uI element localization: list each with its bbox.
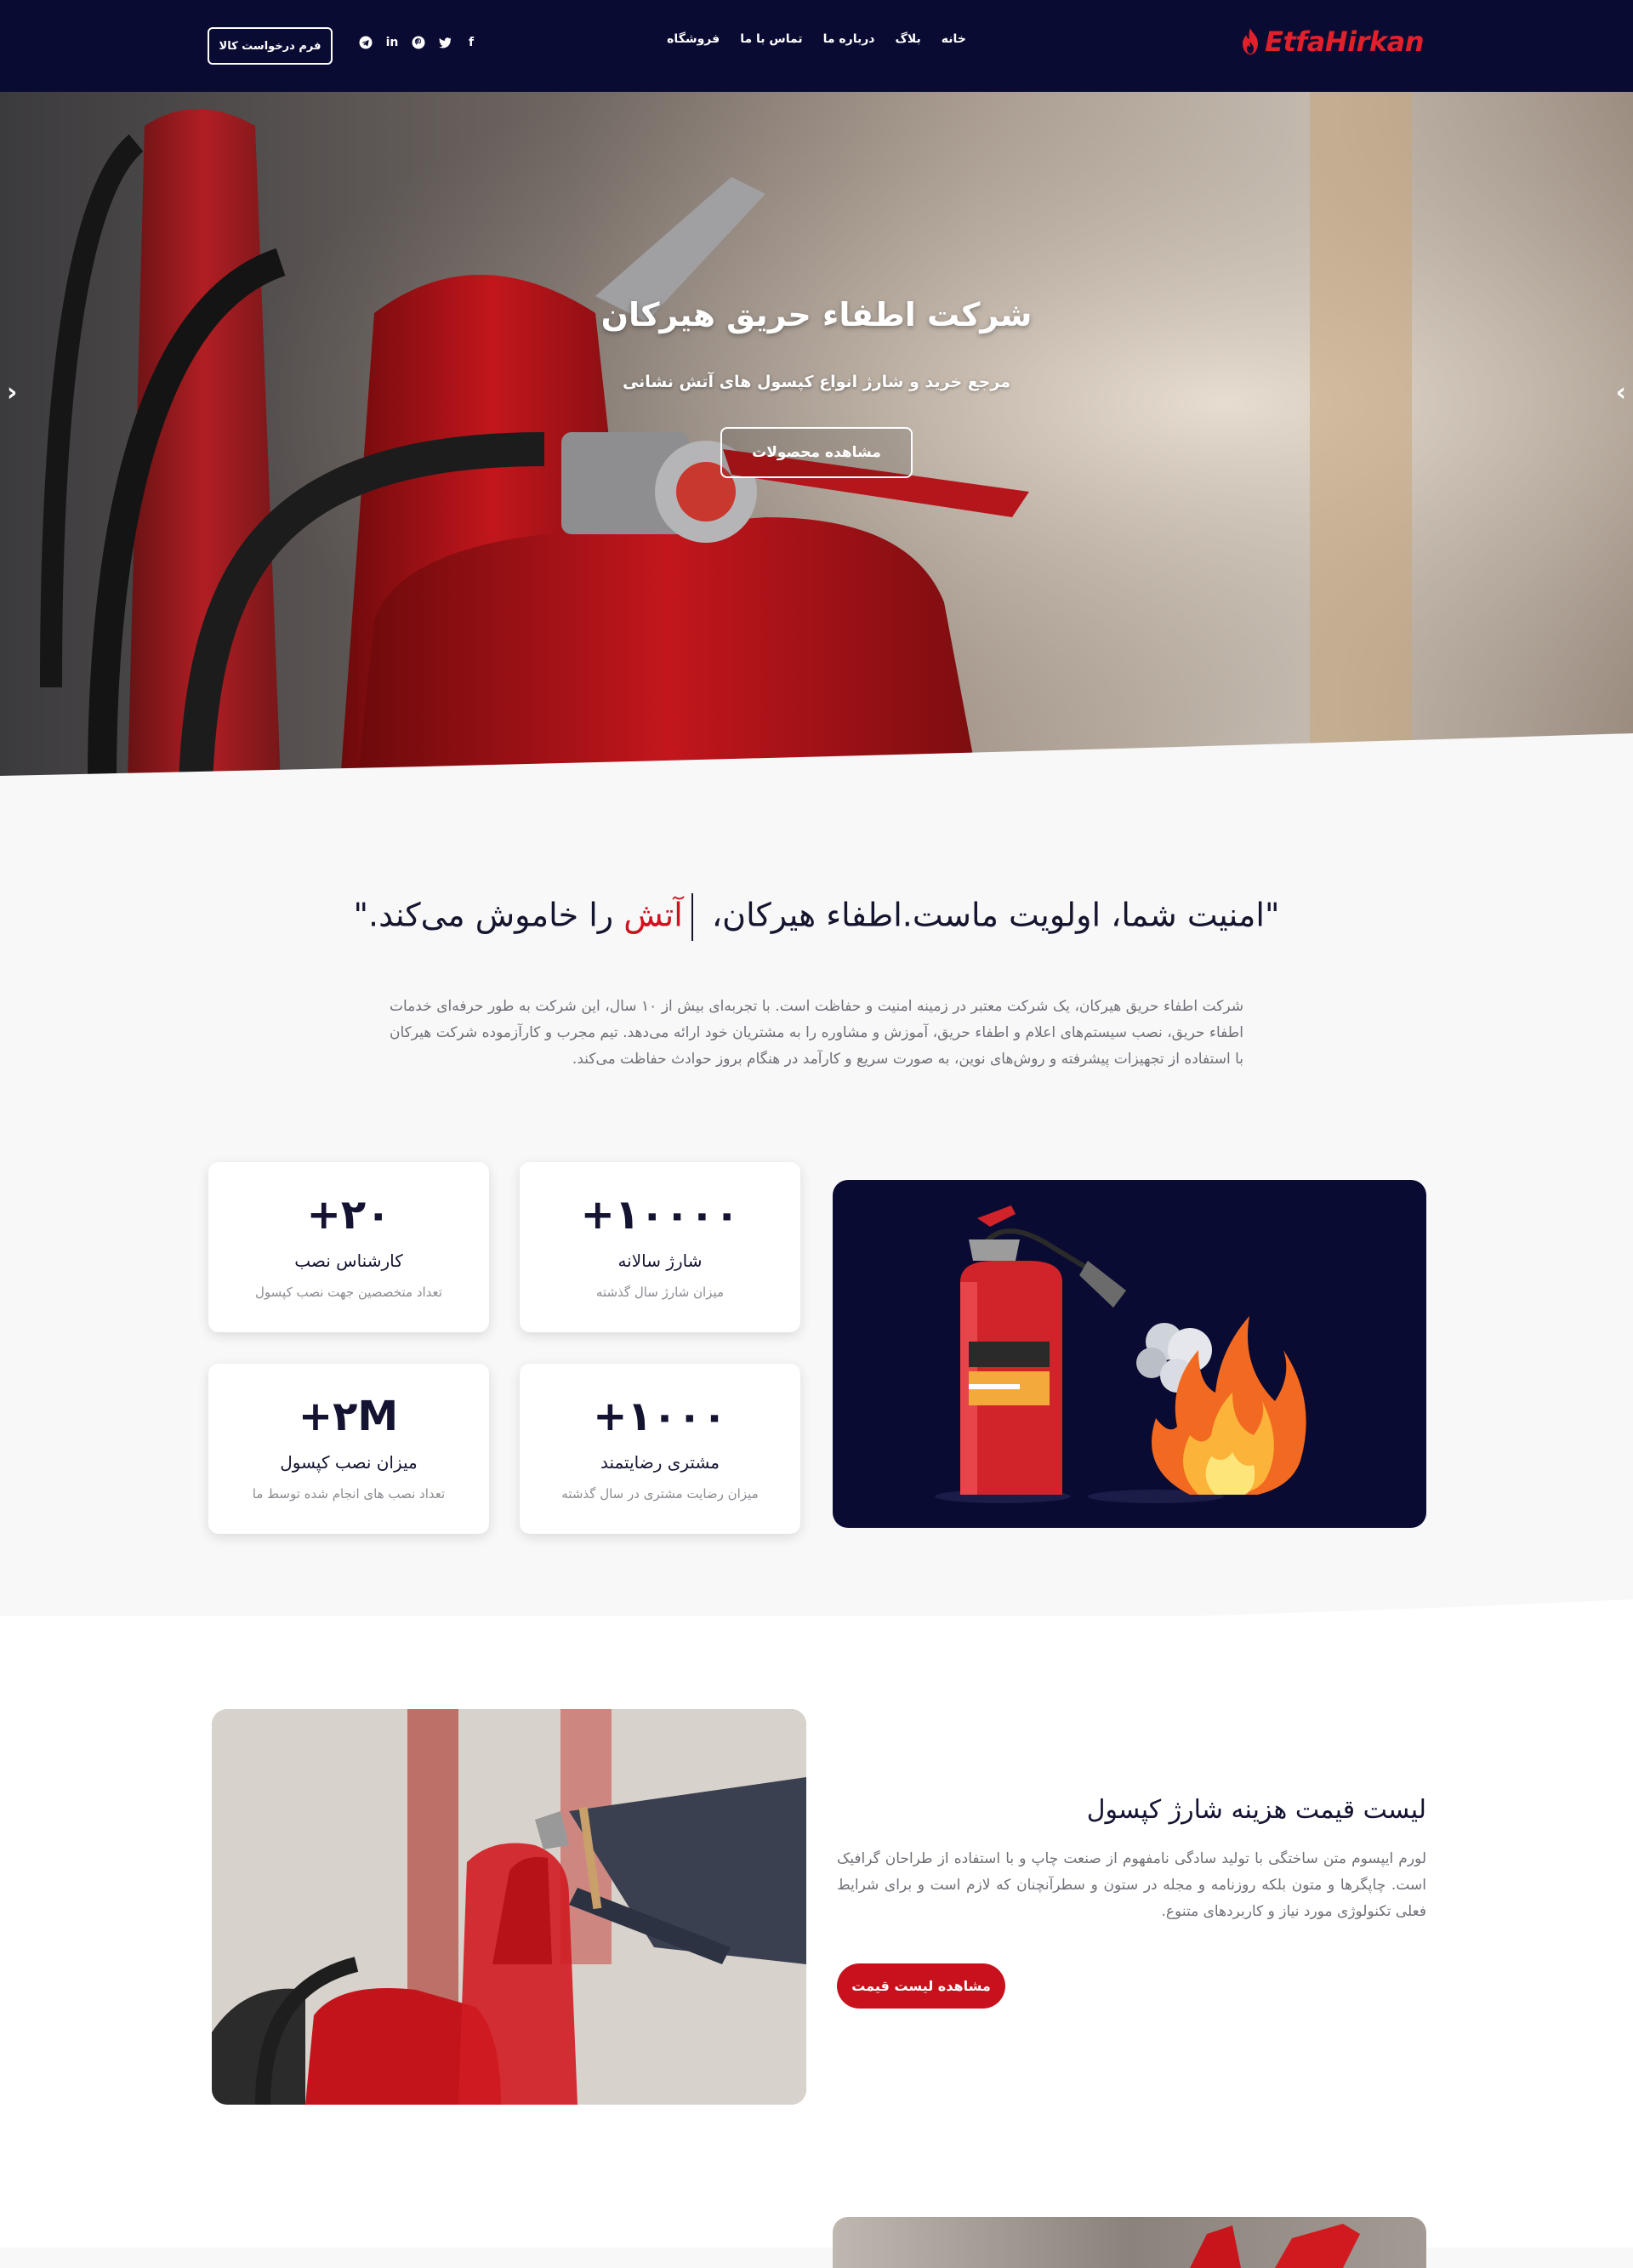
nav-item-about[interactable]: درباره ما xyxy=(823,32,875,46)
stat-card: +۱۰۰۰۰ شارژ سالانه میزان شارژ سال گذشته xyxy=(520,1162,800,1332)
stat-description: تعداد نصب های انجام شده توسط ما xyxy=(252,1486,446,1502)
quote-accent-word: آتش xyxy=(623,896,683,934)
site-header: فرم درخواست کالا in f خانه بلاگ درباره م… xyxy=(0,0,1633,92)
stat-description: میزان رضایت مشتری در سال گذشته xyxy=(561,1486,759,1502)
inspection-photo xyxy=(212,1709,806,2105)
flame-icon xyxy=(1243,28,1259,54)
hero-bottom-curve xyxy=(0,733,1633,784)
stat-description: میزان شارژ سال گذشته xyxy=(595,1285,725,1300)
view-products-button[interactable]: مشاهده محصولات xyxy=(720,427,913,478)
nav-item-blog[interactable]: بلاگ xyxy=(895,32,920,46)
price-list-text: لورم ایپسوم متن ساختگی با تولید سادگی نا… xyxy=(837,1850,1426,1920)
stat-card: +۲۰ کارشناس نصب تعداد متخصصین جهت نصب کپ… xyxy=(208,1162,489,1332)
hero-title: شرکت اطفاء حریق هیرکان xyxy=(600,296,1033,333)
slider-next-arrow-icon[interactable]: › xyxy=(1616,378,1626,407)
stat-label: شارژ سالانه xyxy=(617,1251,703,1271)
stat-number: +۱۰۰۰۰ xyxy=(580,1191,740,1239)
quote-start: "امنیت شما، اولویت ماست.اطفاء هیرکان، xyxy=(701,896,1280,934)
nav-item-contact[interactable]: تماس با ما xyxy=(740,32,802,46)
stat-card: +۲M میزان نصب کپسول تعداد نصب های انجام … xyxy=(208,1364,489,1534)
stat-card: +۱۰۰۰ مشتری رضایتمند میزان رضایت مشتری د… xyxy=(520,1364,800,1534)
stat-description: تعداد متخصصین جهت نصب کپسول xyxy=(255,1285,442,1300)
quote-end: را خاموش می‌کند." xyxy=(353,896,624,934)
stat-number: +۲M xyxy=(298,1393,400,1440)
stat-label: مشتری رضایتمند xyxy=(600,1452,720,1473)
hero-slider: شرکت اطفاء حریق هیرکان مرجع خرید و شارژ … xyxy=(0,92,1633,783)
main-nav: خانه بلاگ درباره ما تماس با ما فروشگاه xyxy=(667,32,966,46)
hero-subtitle: مرجع خرید و شارژ انواع کپسول های آتش نشا… xyxy=(622,373,1011,391)
next-section-photo xyxy=(833,2217,1426,2268)
stat-number: +۱۰۰۰ xyxy=(593,1393,727,1440)
about-intro: شرکت اطفاء حریق هیرکان، یک شرکت معتبر در… xyxy=(390,998,1243,1068)
typing-cursor xyxy=(691,893,693,941)
price-list-title: لیست قیمت هزینه شارژ کپسول xyxy=(1086,1795,1426,1825)
slider-prev-arrow-icon[interactable]: ‹ xyxy=(7,378,17,407)
nav-item-home[interactable]: خانه xyxy=(942,32,966,46)
stat-label: کارشناس نصب xyxy=(294,1251,403,1271)
section-quote: "امنیت شما، اولویت ماست.اطفاء هیرکان، آت… xyxy=(0,893,1633,941)
logo-text: EtfaHirkan xyxy=(1265,26,1424,58)
stat-number: +۲۰ xyxy=(306,1191,391,1239)
site-logo[interactable]: EtfaHirkan xyxy=(1239,26,1424,58)
extinguisher-illustration xyxy=(833,1180,1426,1528)
nav-item-shop[interactable]: فروشگاه xyxy=(667,32,720,46)
stat-label: میزان نصب کپسول xyxy=(280,1452,418,1473)
view-price-list-button[interactable]: مشاهده لیست قیمت xyxy=(837,1963,1005,2009)
